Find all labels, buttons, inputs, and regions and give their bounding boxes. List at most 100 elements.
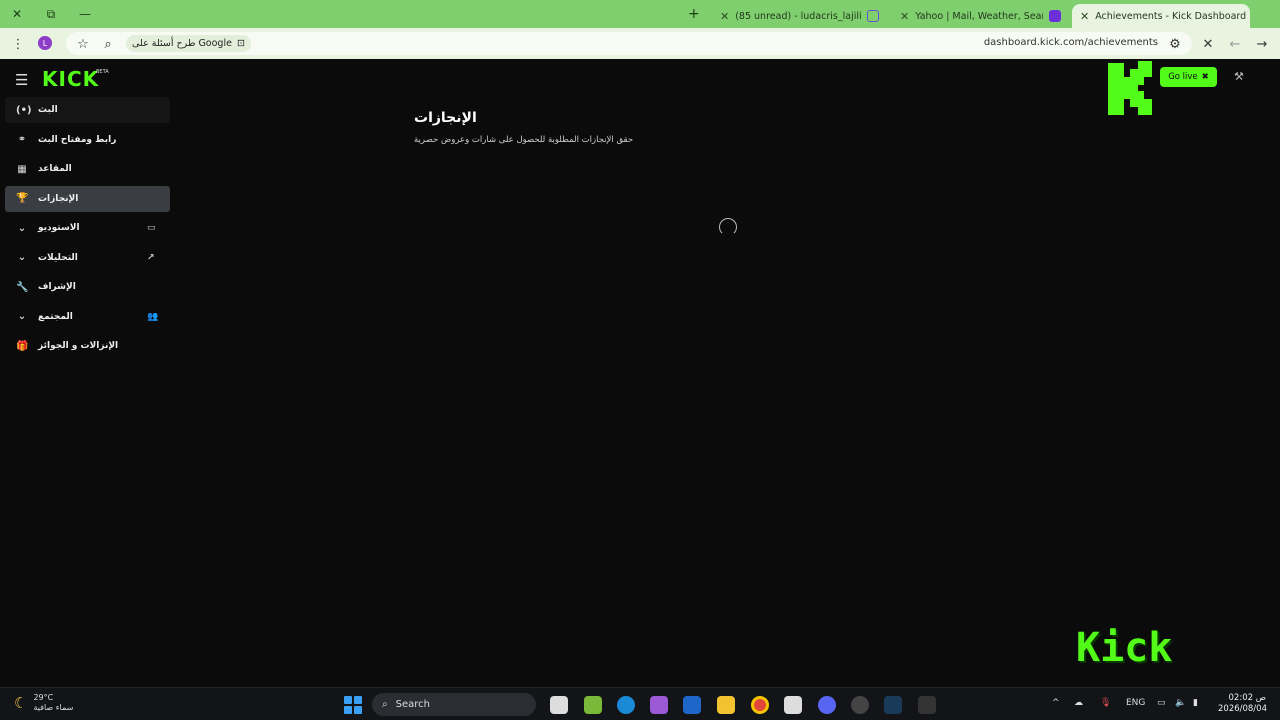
clock-time: 02:02 ص (1228, 693, 1266, 703)
link-icon: ⚭ (17, 134, 27, 145)
sidebar-item-stream-key[interactable]: ⚭ رابط ومفتاح البث (5, 127, 170, 153)
tab-title: Achievements - Kick Dashboard (1095, 10, 1247, 22)
sidebar-item-achievements[interactable]: 🏆 الإنجازات (5, 185, 170, 212)
tab-achievements[interactable]: ✕ Achievements - Kick Dashboard (1072, 4, 1250, 28)
back-arrow-icon[interactable]: → (1252, 34, 1272, 54)
microphone-icon[interactable]: 🎙 (1100, 698, 1111, 708)
chrome-icon[interactable] (751, 696, 769, 714)
stop-loading-icon[interactable]: ✕ (1198, 34, 1218, 54)
tab-close-icon[interactable]: ✕ (900, 10, 909, 23)
go-live-button[interactable]: Go live ✖ (1160, 67, 1217, 87)
sidebar-item-seats[interactable]: ▦ المقاعد (5, 156, 170, 182)
kick-logo[interactable]: KICK (42, 67, 99, 91)
go-live-label: Go live (1168, 72, 1198, 82)
sidebar-item-label: الإشراف (38, 282, 76, 292)
loading-spinner-icon (719, 218, 737, 236)
window-restore-icon[interactable]: ⧉ (34, 0, 68, 28)
copilot-icon[interactable] (650, 696, 668, 714)
store-icon[interactable] (784, 696, 802, 714)
yahoo-favicon-icon (1049, 10, 1062, 22)
tab-close-icon[interactable]: ✕ (720, 10, 729, 23)
profile-avatar[interactable]: L (38, 36, 52, 50)
broadcast-icon: (•) (16, 104, 32, 116)
sidebar-item-moderation[interactable]: 🔧 الإشراف (5, 274, 170, 300)
taskbar-search-label: Search (395, 699, 430, 710)
task-view-icon[interactable] (550, 696, 568, 714)
bookmark-star-icon[interactable]: ☆ (73, 34, 93, 54)
chevron-down-icon[interactable]: ⌄ (16, 311, 28, 322)
moon-icon: ☾ (14, 694, 28, 712)
grid-icon: ▦ (17, 163, 27, 175)
sidebar-item-label: الاستوديو (38, 223, 80, 233)
lens-icon: ⊡ (236, 38, 245, 49)
google-search-label: طرح أسئلة على Google (132, 38, 232, 49)
windows-taskbar: ☾ 29°C سماء صافية ⌕ Search ^ ☁ 🎙 ENG ▭ 🔈… (0, 687, 1280, 720)
browser-tab-bar: ✕ ⧉ — + ✕ (85 unread) - ludacris_lajili@… (0, 0, 1280, 28)
sidebar-item-community[interactable]: ⌄ المجتمع 👥 (5, 304, 170, 330)
sidebar-item-analytics[interactable]: ⌄ التحليلات ↗ (5, 245, 170, 271)
language-indicator[interactable]: ENG (1126, 698, 1145, 708)
studio-icon: ▭ (147, 223, 156, 233)
sidebar-item-studio[interactable]: ⌄ الاستوديو ▭ (5, 215, 170, 241)
gift-icon: 🎁 (16, 340, 29, 352)
google-search-chip[interactable]: طرح أسئلة على Google ⊡ (126, 35, 251, 52)
dashboard-page: ☰ KICK BETA (•) البث ⚭ رابط ومفتاح البث … (0, 59, 1280, 687)
sidebar-item-broadcast[interactable]: (•) البث (5, 97, 170, 123)
window-close-icon[interactable]: ✕ (0, 0, 34, 28)
tools-icon[interactable]: ⚒ (1234, 70, 1244, 83)
community-icon: 👥 (147, 311, 159, 322)
window-minimize-icon[interactable]: — (68, 0, 102, 28)
analytics-icon: ↗ (147, 252, 155, 263)
sidebar-item-label: الإنجازات (38, 193, 79, 204)
chevron-up-icon[interactable]: ^ (1052, 698, 1060, 708)
sidebar-item-label: المجتمع (38, 311, 73, 322)
sidebar-item-label: رابط ومفتاح البث (38, 134, 117, 145)
trophy-icon: 🏆 (16, 193, 29, 204)
file-explorer-icon[interactable] (717, 696, 735, 714)
chevron-down-icon[interactable]: ⌄ (16, 252, 28, 263)
url-text[interactable]: dashboard.kick.com/achievements (984, 37, 1158, 48)
menu-kebab-icon[interactable]: ⋮ (8, 34, 28, 54)
tab-title: (85 unread) - ludacris_lajili@yah (735, 10, 862, 22)
discord-icon[interactable] (818, 696, 836, 714)
tab-mail[interactable]: ✕ (85 unread) - ludacris_lajili@yah (712, 4, 890, 28)
search-icon: ⌕ (382, 699, 388, 710)
windows-start-icon[interactable] (344, 696, 362, 714)
outlook-icon[interactable] (683, 696, 701, 714)
site-settings-icon[interactable]: ⚙ (1165, 34, 1185, 54)
steam-icon[interactable] (884, 696, 902, 714)
sidebar-item-label: البث (38, 105, 58, 115)
temperature: 29°C (33, 693, 54, 702)
sidebar-item-label: التحليلات (38, 252, 78, 263)
onedrive-icon[interactable]: ☁ (1074, 698, 1083, 708)
app-icon[interactable] (918, 696, 936, 714)
tab-yahoo[interactable]: ✕ Yahoo | Mail, Weather, Search, P (892, 4, 1070, 28)
page-title: الإنجازات (414, 110, 477, 126)
network-icon[interactable]: ▭ (1157, 698, 1166, 708)
chevron-down-icon[interactable]: ⌄ (16, 223, 28, 234)
clock-date: 2026/08/04 (1218, 704, 1267, 714)
edge-icon[interactable] (617, 696, 635, 714)
forward-arrow-icon[interactable]: ← (1225, 34, 1245, 54)
system-clock[interactable]: 02:02 ص 2026/08/04 (1218, 693, 1267, 715)
tab-title: Yahoo | Mail, Weather, Search, P (915, 10, 1043, 22)
tab-close-icon[interactable]: ✕ (1080, 10, 1089, 23)
taskbar-search[interactable]: ⌕ Search (372, 693, 536, 716)
mail-favicon-icon (867, 10, 880, 22)
search-icon[interactable]: ⌕ (98, 34, 118, 54)
hamburger-menu-icon[interactable]: ☰ (15, 71, 28, 89)
sidebar-item-label: الإنزالات و الجوائز (38, 341, 119, 351)
app-icon[interactable] (851, 696, 869, 714)
wrench-icon: 🔧 (16, 281, 29, 293)
kick-k-icon: ✖ (1201, 72, 1209, 82)
volume-icon[interactable]: 🔈 (1175, 698, 1186, 708)
beta-badge: BETA (96, 69, 109, 75)
sidebar-item-label: المقاعد (38, 164, 72, 174)
sidebar-nav: (•) البث ⚭ رابط ومفتاح البث ▦ المقاعد 🏆 … (5, 97, 170, 363)
app-icon[interactable] (584, 696, 602, 714)
kick-k-logo-overlay-icon (1108, 61, 1152, 115)
battery-icon[interactable]: ▮ (1193, 698, 1198, 708)
weather-widget[interactable]: ☾ 29°C سماء صافية (14, 693, 73, 713)
sidebar-item-drops-rewards[interactable]: 🎁 الإنزالات و الجوائز (5, 333, 170, 359)
new-tab-button[interactable]: + (688, 6, 700, 22)
